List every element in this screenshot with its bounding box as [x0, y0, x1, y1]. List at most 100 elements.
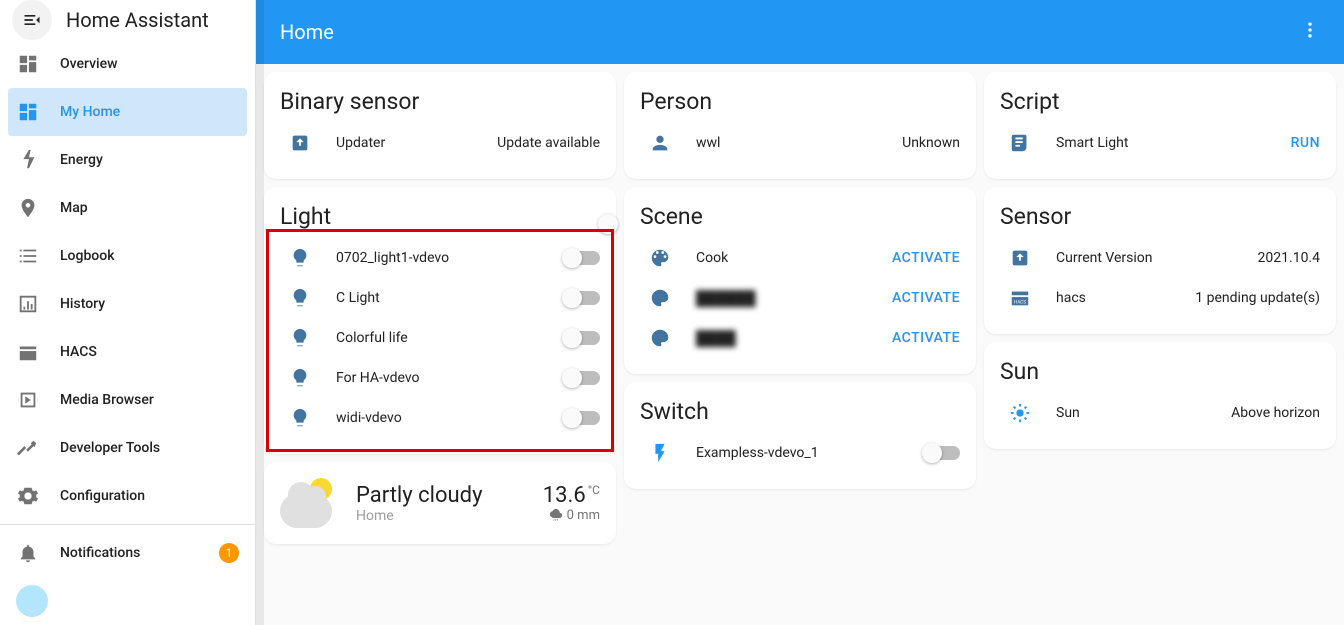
- light-toggle[interactable]: [564, 251, 600, 265]
- sidebar-item-label: Map: [60, 200, 88, 216]
- row-value: 2021.10.4: [1258, 250, 1320, 266]
- light-toggle[interactable]: [564, 371, 600, 385]
- person-row[interactable]: wwl Unknown: [640, 123, 960, 163]
- chart-icon: [16, 293, 40, 315]
- sidebar-item-logbook[interactable]: Logbook: [0, 232, 255, 280]
- row-label: ████: [696, 330, 876, 347]
- scene-row[interactable]: ██████ ACTIVATE: [640, 278, 960, 318]
- card-title: Scene: [640, 203, 960, 230]
- weather-temperature: 13.6°C: [543, 483, 600, 508]
- sensor-row[interactable]: Current Version 2021.10.4: [1000, 238, 1320, 278]
- light-row[interactable]: C Light: [280, 278, 600, 318]
- light-row[interactable]: 0702_light1-vdevo: [280, 238, 600, 278]
- menu-collapse-icon: [22, 10, 42, 30]
- light-row[interactable]: For HA-vdevo: [280, 358, 600, 398]
- lightbulb-icon: [280, 407, 320, 429]
- lightbulb-icon: [280, 247, 320, 269]
- script-row[interactable]: Smart Light RUN: [1000, 123, 1320, 163]
- script-icon: [1000, 132, 1040, 154]
- sidebar-collapse-button[interactable]: [12, 0, 52, 40]
- sidebar-item-my-home[interactable]: My Home: [8, 88, 247, 136]
- gear-icon: [16, 485, 40, 507]
- weather-card[interactable]: Partly cloudy Home 13.6°C 0 mm: [264, 462, 616, 544]
- activate-button[interactable]: ACTIVATE: [892, 330, 960, 346]
- light-card: Light 0702_light1-vdevo C Light: [264, 187, 616, 454]
- map-icon: [16, 197, 40, 219]
- sidebar-item-label: Media Browser: [60, 392, 154, 408]
- hammer-icon: [16, 437, 40, 459]
- card-title: Switch: [640, 398, 960, 425]
- row-label: wwl: [696, 135, 886, 151]
- person-card: Person wwl Unknown: [624, 72, 976, 179]
- weather-label: Partly cloudy: [356, 483, 527, 508]
- sidebar-divider: [0, 524, 255, 525]
- sidebar-item-overview[interactable]: Overview: [0, 40, 255, 88]
- sidebar-item-label: History: [60, 296, 105, 312]
- row-label: Current Version: [1056, 250, 1242, 266]
- card-title-text: Light: [280, 203, 331, 230]
- sun-icon: [1000, 402, 1040, 424]
- play-box-icon: [16, 389, 40, 411]
- sensor-card: Sensor Current Version 2021.10.4 HACS ha…: [984, 187, 1336, 334]
- weather-partly-cloudy-icon: [280, 478, 340, 528]
- lightbulb-icon: [280, 327, 320, 349]
- sidebar-item-developer-tools[interactable]: Developer Tools: [0, 424, 255, 472]
- sun-card: Sun Sun Above horizon: [984, 342, 1336, 449]
- scene-row[interactable]: ████ ACTIVATE: [640, 318, 960, 358]
- sidebar-item-history[interactable]: History: [0, 280, 255, 328]
- row-value: Above horizon: [1231, 405, 1320, 421]
- card-title: Binary sensor: [280, 88, 600, 115]
- sidebar-item-map[interactable]: Map: [0, 184, 255, 232]
- row-value: Update available: [497, 135, 600, 151]
- light-toggle[interactable]: [564, 291, 600, 305]
- activate-button[interactable]: ACTIVATE: [892, 290, 960, 306]
- dashboard-icon: [16, 101, 40, 123]
- notification-count-badge: 1: [219, 543, 239, 563]
- row-label: C Light: [336, 290, 548, 306]
- flash-icon: [640, 442, 680, 464]
- sidebar-nav: Overview My Home Energy Map Logbook Hist…: [0, 40, 255, 625]
- light-toggle[interactable]: [564, 331, 600, 345]
- column-3: Script Smart Light RUN Sensor Current Ve…: [984, 72, 1336, 544]
- light-row[interactable]: Colorful life: [280, 318, 600, 358]
- switch-card: Switch Exampless-vdevo_1: [624, 382, 976, 489]
- row-label: Cook: [696, 250, 876, 266]
- lightbulb-icon: [280, 287, 320, 309]
- person-icon: [640, 132, 680, 154]
- sidebar-item-energy[interactable]: Energy: [0, 136, 255, 184]
- topbar: Home: [256, 0, 1344, 64]
- sidebar-item-label: Overview: [60, 56, 117, 72]
- weather-location: Home: [356, 508, 527, 524]
- switch-toggle[interactable]: [924, 446, 960, 460]
- sidebar-item-label: Developer Tools: [60, 440, 160, 456]
- column-2: Person wwl Unknown Scene Cook ACTIVATE: [624, 72, 976, 544]
- sidebar-item-media-browser[interactable]: Media Browser: [0, 376, 255, 424]
- sidebar-item-hacs[interactable]: HACS: [0, 328, 255, 376]
- sidebar-item-configuration[interactable]: Configuration: [0, 472, 255, 520]
- sensor-row[interactable]: HACS hacs 1 pending update(s): [1000, 278, 1320, 318]
- switch-row[interactable]: Exampless-vdevo_1: [640, 433, 960, 473]
- run-button[interactable]: RUN: [1291, 135, 1320, 151]
- palette-icon: [640, 327, 680, 349]
- light-toggle[interactable]: [564, 411, 600, 425]
- update-icon: [1000, 247, 1040, 269]
- update-icon: [280, 132, 320, 154]
- sidebar-item-notifications[interactable]: Notifications 1: [0, 529, 255, 577]
- row-label: widi-vdevo: [336, 410, 548, 426]
- light-row[interactable]: widi-vdevo: [280, 398, 600, 438]
- card-title: Light: [280, 203, 600, 230]
- sidebar-item-label: My Home: [60, 104, 120, 120]
- scene-row[interactable]: Cook ACTIVATE: [640, 238, 960, 278]
- card-title: Person: [640, 88, 960, 115]
- card-title: Script: [1000, 88, 1320, 115]
- sun-row[interactable]: Sun Above horizon: [1000, 393, 1320, 433]
- binary-sensor-row[interactable]: Updater Update available: [280, 123, 600, 163]
- weather-metrics: 13.6°C 0 mm: [543, 483, 600, 523]
- user-avatar[interactable]: [16, 585, 48, 617]
- overflow-menu-button[interactable]: [1300, 20, 1320, 45]
- weather-info: Partly cloudy Home: [356, 483, 527, 524]
- sidebar-item-label: Notifications: [60, 545, 140, 561]
- activate-button[interactable]: ACTIVATE: [892, 250, 960, 266]
- lightning-icon: [16, 149, 40, 171]
- card-title: Sensor: [1000, 203, 1320, 230]
